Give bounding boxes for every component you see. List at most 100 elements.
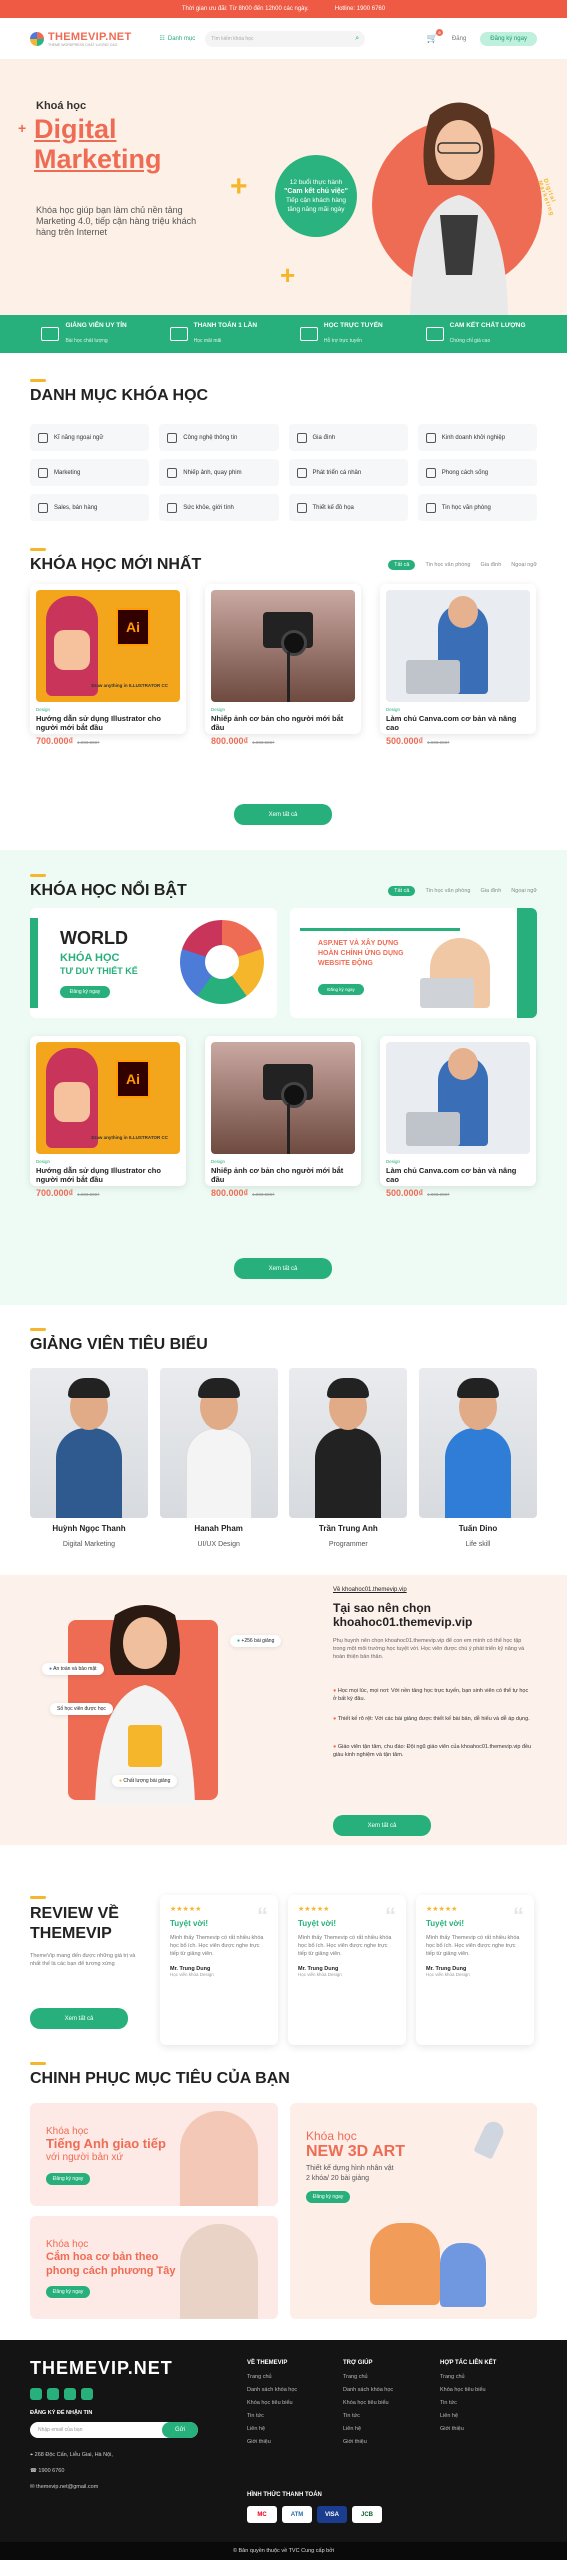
footer-link[interactable]: Khóa học tiêu biểu	[440, 2387, 496, 2393]
footer-link[interactable]: Giới thiệu	[440, 2426, 496, 2432]
banner-register-button[interactable]: Đăng ký ngay	[318, 984, 364, 995]
featured-banner-aspnet[interactable]: ASP.NET VÀ XÂY DỰNG HOÀN CHỈNH ỨNG DỤNG …	[290, 908, 537, 1018]
tab-all[interactable]: Tất cả	[388, 560, 416, 570]
footer-link[interactable]: Tin tức	[440, 2400, 496, 2406]
category-item[interactable]: Nhiếp ảnh, quay phim	[159, 459, 279, 486]
reviews-see-all-button[interactable]: Xem tất cả	[30, 2008, 128, 2029]
category-item[interactable]: Kinh doanh khởi nghiệp	[417, 424, 537, 451]
course-card[interactable]: Design Làm chủ Canva.com cơ bản và nâng …	[380, 1036, 536, 1198]
category-item[interactable]: Phát triển cá nhân	[288, 459, 408, 486]
search-icon[interactable]: ⌕	[355, 35, 359, 43]
goal-card-english[interactable]: Khóa học Tiếng Anh giao tiếp với người b…	[30, 2103, 278, 2206]
mail-icon[interactable]	[81, 2388, 93, 2400]
category-item[interactable]: Kĩ năng ngoại ngữ	[30, 424, 150, 451]
category-item[interactable]: Marketing	[30, 459, 150, 486]
register-button[interactable]: Đăng ký ngay	[480, 31, 537, 46]
footer-link[interactable]: Trang chủ	[440, 2374, 496, 2380]
goal-register-button[interactable]: Đăng ký ngay	[46, 2173, 90, 2185]
footer-link[interactable]: Khóa học tiêu biểu	[247, 2400, 297, 2406]
category-item[interactable]: Sales, bán hàng	[30, 494, 150, 521]
footer-link[interactable]: Tin tức	[247, 2413, 297, 2419]
goal-line: với người bản xứ	[46, 2152, 124, 2163]
course-card[interactable]: Design Nhiếp ảnh cơ bản cho người mới bắ…	[205, 1036, 361, 1198]
category-menu-button[interactable]: ☷ Danh mục	[159, 35, 195, 43]
teacher-card[interactable]: Trần Trung Anh Programmer	[289, 1368, 408, 1551]
category-item[interactable]: Sức khỏe, giới tính	[159, 494, 279, 521]
footer-link[interactable]: Trang chủ	[247, 2374, 297, 2380]
site-logo[interactable]: THEMEVIP.NET THEME WORDPRESS CHẤT LƯỢNG …	[30, 31, 131, 47]
course-card[interactable]: Design Làm chủ Canva.com cơ bản và nâng …	[380, 584, 536, 746]
goal-register-button[interactable]: Đăng ký ngay	[46, 2286, 90, 2298]
course-card[interactable]: Ai Draw anything in ILLUSTRATOR CC Design…	[30, 584, 186, 746]
newsletter-submit-button[interactable]: Gửi	[162, 2422, 198, 2438]
course-card[interactable]: Ai Draw anything in ILLUSTRATOR CC Design…	[30, 1036, 186, 1198]
see-all-new-courses-button[interactable]: Xem tất cả	[234, 804, 332, 825]
why-link[interactable]: Về khoahoc01.themevip.vip	[333, 1587, 407, 1593]
banner-stripe	[30, 918, 38, 1008]
category-item[interactable]: Gia đình	[288, 424, 408, 451]
cart-icon[interactable]: 🛒 0	[427, 29, 443, 44]
footer-link[interactable]: Liên hệ	[247, 2426, 297, 2432]
email-text[interactable]: themevip.net@gmail.com	[36, 2484, 98, 2490]
goal-card-flower[interactable]: Khóa học Cắm hoa cơ bản theo phong cách …	[30, 2216, 278, 2319]
login-link[interactable]: Đăng	[452, 36, 466, 42]
newsletter-input[interactable]: Nhập email của bạn Gửi	[30, 2422, 198, 2438]
instagram-icon[interactable]	[47, 2388, 59, 2400]
facebook-icon[interactable]	[64, 2388, 76, 2400]
footer-logo[interactable]: THEMEVIP.NET	[30, 2358, 173, 2379]
phone-icon[interactable]	[30, 2388, 42, 2400]
category-item[interactable]: Công nghệ thông tin	[159, 424, 279, 451]
course-title[interactable]: Hướng dẫn sử dụng Illustrator cho người …	[36, 1166, 180, 1184]
course-title[interactable]: Làm chủ Canva.com cơ bản và nâng cao	[386, 1166, 530, 1184]
footer-link[interactable]: Giới thiệu	[247, 2439, 297, 2445]
tab-language[interactable]: Ngoại ngữ	[511, 888, 537, 894]
teacher-body	[56, 1428, 122, 1518]
course-price: 700.000₫	[36, 1188, 74, 1198]
why-badge: ● Chất lượng bài giảng	[112, 1775, 178, 1787]
footer-link[interactable]: Liên hệ	[440, 2413, 496, 2419]
online-icon	[299, 327, 318, 341]
course-title[interactable]: Làm chủ Canva.com cơ bản và nâng cao	[386, 714, 530, 732]
tab-all[interactable]: Tất cả	[388, 886, 416, 896]
category-item[interactable]: Thiết kế đồ họa	[288, 494, 408, 521]
goal-card-3d-art[interactable]: Khóa học NEW 3D ART Thiết kế dựng hình n…	[290, 2103, 537, 2319]
design-icon	[296, 502, 307, 513]
search-input[interactable]: Tìm kiếm khóa học ⌕	[205, 30, 366, 47]
tab-family[interactable]: Gia đình	[481, 888, 502, 894]
course-card[interactable]: Design Nhiếp ảnh cơ bản cho người mới bắ…	[205, 584, 361, 746]
course-title[interactable]: Nhiếp ảnh cơ bản cho người mới bắt đầu	[211, 714, 355, 732]
course-title[interactable]: Nhiếp ảnh cơ bản cho người mới bắt đầu	[211, 1166, 355, 1184]
goal-register-button[interactable]: Đăng ký ngay	[306, 2191, 350, 2203]
footer-link[interactable]: Danh sách khóa học	[343, 2387, 393, 2393]
footer-phone: ☎ 1900 6760	[30, 2468, 64, 2474]
why-intro: Phụ huynh nên chọn khoahoc01.themevip.vi…	[333, 1638, 525, 1660]
tab-family[interactable]: Gia đình	[481, 562, 502, 568]
phone-text[interactable]: 1900 6760	[38, 2468, 64, 2474]
teacher-card[interactable]: Tuấn Dino Life skill	[418, 1368, 537, 1551]
goal-subline: 2 khóa/ 20 bài giảng	[306, 2175, 370, 2182]
featured-banner-design[interactable]: WORLD KHÓA HỌC TƯ DUY THIẾT KẾ Đăng ký n…	[30, 908, 277, 1018]
footer-link[interactable]: Khóa học tiêu biểu	[343, 2400, 393, 2406]
see-all-featured-button[interactable]: Xem tất cả	[234, 1258, 332, 1279]
review-text: Mình thấy Themevip có rất nhiều khóa học…	[426, 1935, 520, 1957]
course-title[interactable]: Hướng dẫn sử dụng Illustrator cho người …	[36, 714, 180, 732]
category-item[interactable]: Phong cách sống	[417, 459, 537, 486]
tab-office[interactable]: Tin học văn phòng	[425, 562, 470, 568]
footer-link[interactable]: Giới thiệu	[343, 2439, 393, 2445]
teacher-card[interactable]: Hanah Pham UI/UX Design	[159, 1368, 278, 1551]
category-item[interactable]: Tin học văn phòng	[417, 494, 537, 521]
footer-link[interactable]: Liên hệ	[343, 2426, 393, 2432]
footer-link[interactable]: Trang chủ	[343, 2374, 393, 2380]
footer-link[interactable]: Danh sách khóa học	[247, 2387, 297, 2393]
why-see-all-button[interactable]: Xem tất cả	[333, 1815, 431, 1836]
footer-link[interactable]: Tin tức	[343, 2413, 393, 2419]
tab-language[interactable]: Ngoại ngữ	[511, 562, 537, 568]
tab-office[interactable]: Tin học văn phòng	[425, 888, 470, 894]
category-label: Marketing	[54, 469, 81, 476]
rocket-icon	[473, 2118, 507, 2160]
quote-icon: “	[257, 1903, 268, 1928]
banner-register-button[interactable]: Đăng ký ngay	[60, 986, 110, 998]
hotline-text[interactable]: Hotline: 1900 6760	[335, 6, 385, 12]
goal-line-text: Cắm hoa cơ bản theo	[46, 2251, 159, 2263]
teacher-card[interactable]: Huỳnh Ngọc Thanh Digital Marketing	[30, 1368, 148, 1551]
